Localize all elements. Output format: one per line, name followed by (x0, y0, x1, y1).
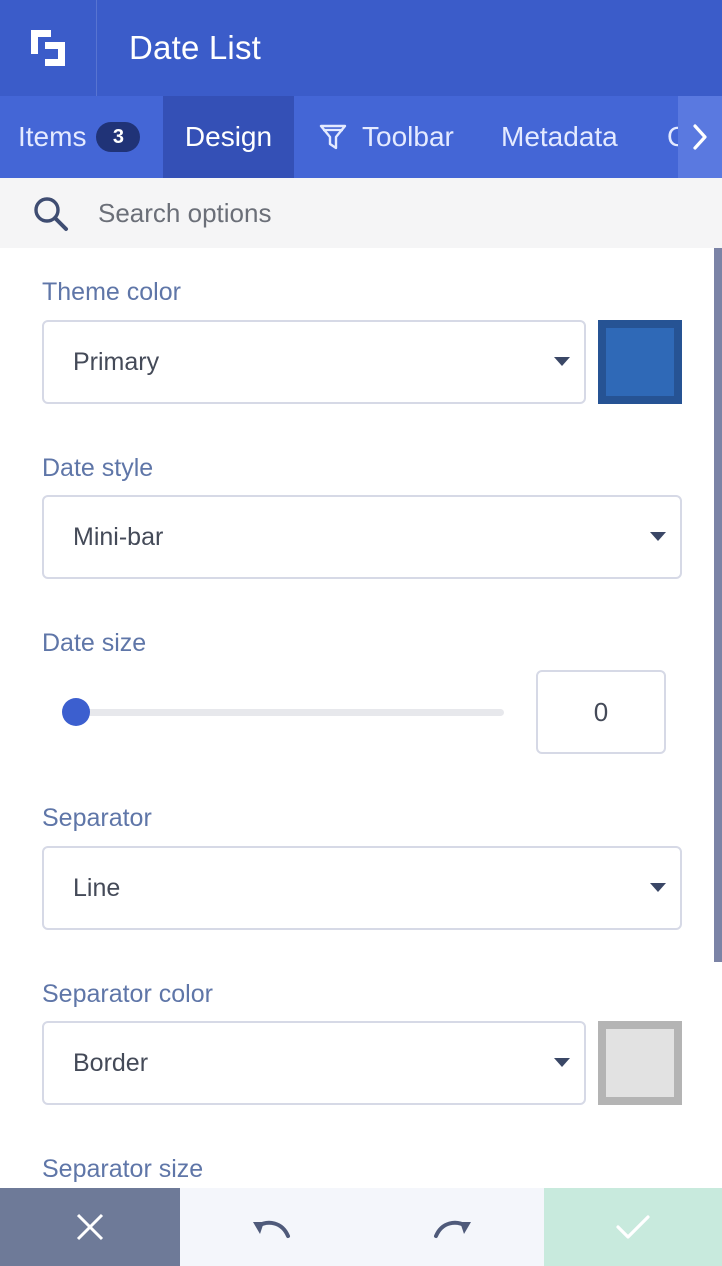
app-header: Date List (0, 0, 722, 96)
footer-actions (0, 1188, 722, 1266)
tab-metadata[interactable]: Metadata (501, 96, 618, 178)
swatch-fill (606, 1029, 674, 1097)
items-count-badge: 3 (96, 122, 141, 152)
caret-down-icon (650, 883, 666, 892)
scrollbar-thumb[interactable] (714, 248, 722, 962)
theme-color-value: Primary (73, 347, 160, 376)
date-size-slider-thumb[interactable] (62, 698, 90, 726)
date-size-input[interactable]: 0 (536, 670, 666, 754)
tab-design[interactable]: Design (163, 96, 294, 178)
logo-icon (31, 30, 65, 66)
theme-color-swatch[interactable] (598, 320, 682, 404)
search-bar (0, 178, 722, 248)
caret-down-icon (554, 1058, 570, 1067)
confirm-button[interactable] (544, 1188, 722, 1266)
theme-color-select[interactable]: Primary (42, 320, 586, 404)
date-size-label: Date size (42, 629, 147, 657)
swatch-fill (606, 328, 674, 396)
date-style-label: Date style (42, 454, 154, 482)
date-size-slider-track[interactable] (76, 709, 504, 716)
tab-bar: Items 3 Design Toolbar Metadata C (0, 96, 722, 178)
redo-button[interactable] (362, 1188, 544, 1266)
redo-icon (434, 1220, 471, 1238)
tab-label: Design (184, 121, 273, 152)
check-icon (616, 1215, 650, 1239)
close-button[interactable] (0, 1188, 180, 1266)
separator-size-label: Separator size (42, 1155, 204, 1183)
tab-items[interactable]: Items 3 (18, 96, 141, 178)
tab-label: Metadata (501, 121, 618, 152)
theme-color-label: Theme color (42, 278, 181, 306)
tab-label: Toolbar (362, 121, 454, 152)
separator-color-label: Separator color (42, 980, 213, 1008)
separator-select[interactable]: Line (42, 846, 682, 930)
undo-button[interactable] (180, 1188, 362, 1266)
tab-label: Items (18, 121, 87, 152)
date-style-value: Mini-bar (73, 522, 164, 551)
separator-color-swatch[interactable] (598, 1021, 682, 1105)
undo-icon (253, 1220, 290, 1238)
separator-label: Separator (42, 804, 152, 832)
tabs-scroll-right-button[interactable] (678, 96, 722, 178)
page-title: Date List (129, 29, 262, 66)
tab-toolbar[interactable]: Toolbar (318, 96, 454, 178)
options-panel: Theme color Primary Date style Mini-bar … (0, 248, 714, 1188)
separator-color-value: Border (73, 1048, 149, 1077)
separator-color-select[interactable]: Border (42, 1021, 586, 1105)
search-icon (34, 197, 68, 231)
caret-down-icon (650, 532, 666, 541)
chevron-right-icon (693, 124, 707, 150)
logo[interactable] (0, 0, 97, 96)
filter-icon (319, 124, 347, 150)
date-style-select[interactable]: Mini-bar (42, 495, 682, 579)
search-input[interactable] (98, 192, 678, 234)
caret-down-icon (554, 357, 570, 366)
close-icon (76, 1213, 104, 1241)
separator-value: Line (73, 873, 121, 902)
